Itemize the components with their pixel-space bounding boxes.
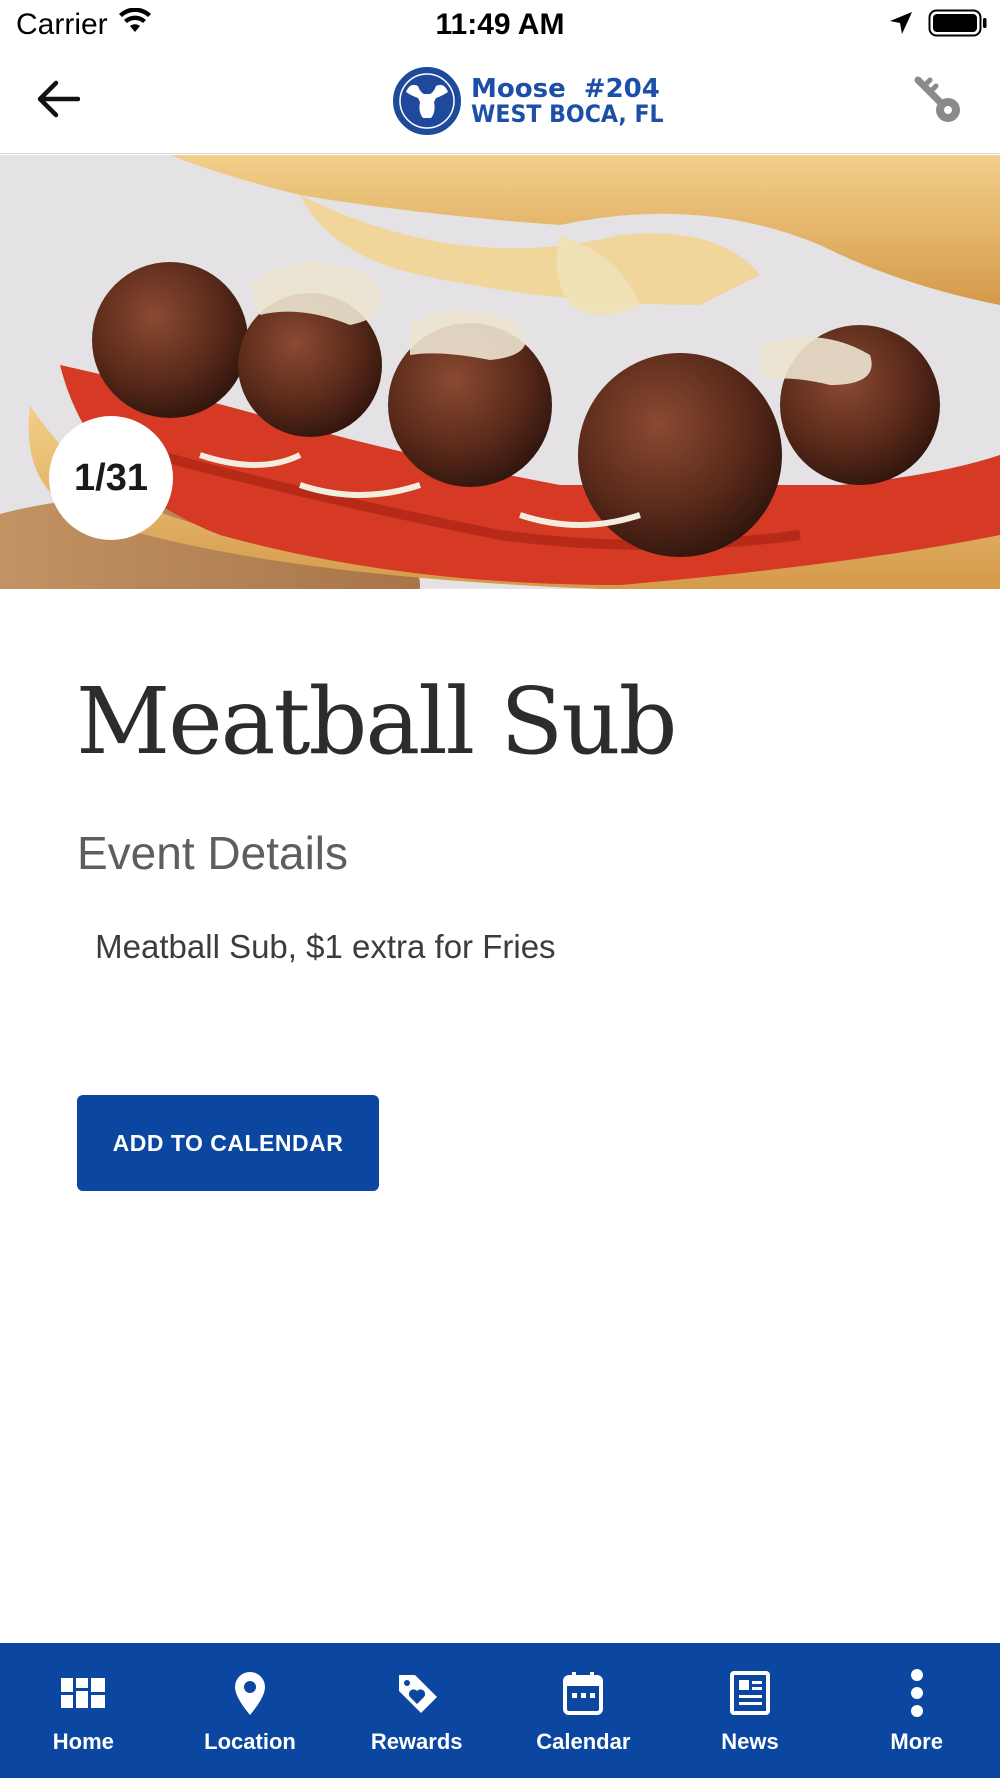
- location-arrow-icon: [888, 10, 914, 41]
- back-button[interactable]: [30, 76, 86, 126]
- tab-label-calendar: Calendar: [536, 1729, 631, 1754]
- nav-bar: Moose #204 WEST BOCA, FL: [0, 50, 1000, 154]
- logo-text: Moose #204 WEST BOCA, FL: [471, 76, 680, 126]
- tab-label-location: Location: [204, 1729, 296, 1754]
- logo-lodge-number: Moose #204: [471, 74, 660, 104]
- moose-emblem-icon: [393, 67, 461, 135]
- battery-icon: [928, 8, 988, 43]
- tab-label-home: Home: [52, 1729, 114, 1754]
- calendar-icon: [563, 1669, 604, 1717]
- tab-label-rewards: Rewards: [370, 1729, 463, 1754]
- newspaper-icon: [730, 1669, 771, 1717]
- lodge-logo: Moose #204 WEST BOCA, FL: [393, 66, 680, 136]
- event-details-heading: Event Details: [77, 827, 349, 879]
- event-description: Meatball Sub, $1 extra for Fries: [86, 928, 556, 965]
- tab-news[interactable]: News: [667, 1643, 834, 1778]
- grid-icon: [61, 1669, 106, 1717]
- login-key-button[interactable]: [908, 72, 968, 132]
- bottom-tab-bar: Home Location Rewards Calendar News More: [0, 1643, 1000, 1778]
- status-bar: Carrier 11:49 AM: [0, 0, 1000, 50]
- event-image: 1/31: [0, 155, 1000, 589]
- tab-label-news: News: [721, 1729, 779, 1754]
- key-icon: [912, 74, 964, 131]
- map-pin-icon: [233, 1669, 267, 1717]
- tab-rewards[interactable]: Rewards: [333, 1643, 500, 1778]
- tab-more[interactable]: More: [833, 1643, 1000, 1778]
- tab-calendar[interactable]: Calendar: [500, 1643, 667, 1778]
- event-title: Meatball Sub: [76, 668, 677, 775]
- tab-label-more: More: [890, 1729, 943, 1754]
- tab-home[interactable]: Home: [0, 1643, 167, 1778]
- status-time: 11:49 AM: [435, 8, 565, 41]
- add-to-calendar-button[interactable]: ADD TO CALENDAR: [77, 1095, 379, 1191]
- more-vertical-icon: [909, 1669, 925, 1717]
- image-counter-badge: 1/31: [49, 416, 173, 540]
- logo-location: WEST BOCA, FL: [471, 100, 664, 128]
- arrow-left-icon: [36, 79, 81, 124]
- tab-location[interactable]: Location: [167, 1643, 334, 1778]
- tag-heart-icon: [395, 1669, 439, 1717]
- status-indicators: [888, 8, 988, 43]
